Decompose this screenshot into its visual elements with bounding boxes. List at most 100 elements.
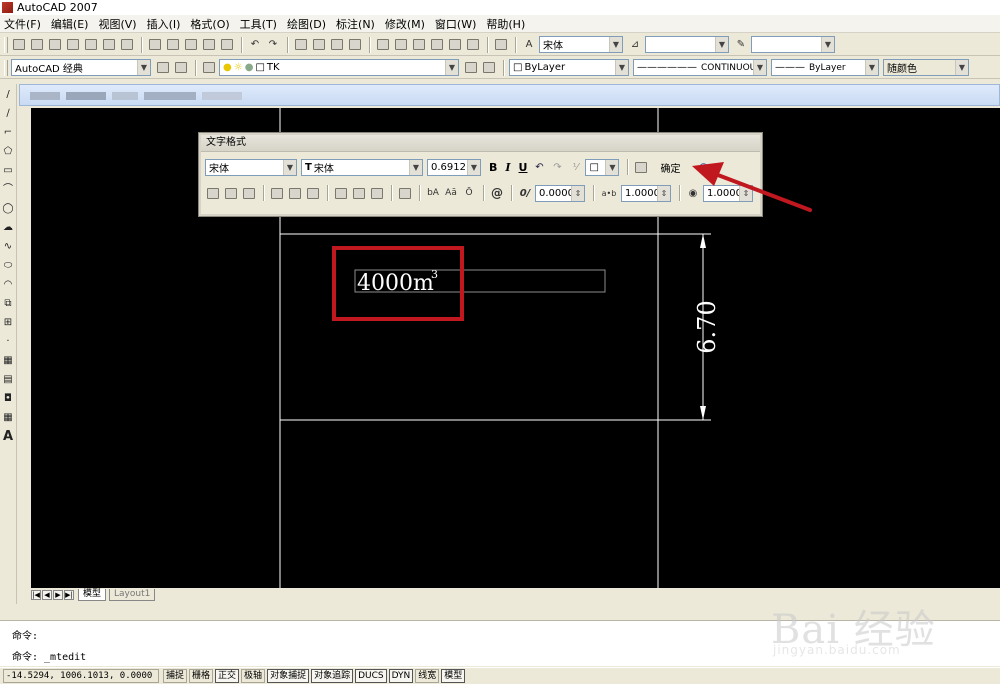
workspace-combo[interactable]: AutoCAD 经典 ▼ <box>11 59 151 76</box>
dyn-toggle[interactable]: DYN <box>388 669 414 683</box>
hatch-icon[interactable]: ▦ <box>2 354 15 367</box>
tab-layout1[interactable]: Layout1 <box>109 589 156 601</box>
plotstyle-combo[interactable]: 随颜色 ▼ <box>883 59 969 76</box>
pan-icon[interactable] <box>293 37 309 53</box>
save-icon[interactable] <box>47 37 63 53</box>
new-icon[interactable] <box>11 37 27 53</box>
markup-icon[interactable] <box>447 37 463 53</box>
otrack-toggle[interactable]: 对象追踪 <box>311 669 354 683</box>
table-style-icon[interactable]: ✎ <box>733 37 749 53</box>
menu-insert[interactable]: 插入(I) <box>147 16 181 32</box>
ellipse-icon[interactable]: ⬭ <box>2 259 15 272</box>
redo-icon[interactable]: ↷ <box>549 159 565 175</box>
osnap-toggle[interactable]: 对象捕捉 <box>267 669 310 683</box>
tool-palettes-icon[interactable] <box>411 37 427 53</box>
design-center-icon[interactable] <box>393 37 409 53</box>
point-icon[interactable]: · <box>2 335 15 348</box>
top-align-icon[interactable] <box>269 185 285 201</box>
menu-window[interactable]: 窗口(W) <box>435 16 476 32</box>
workspace-settings-icon[interactable] <box>155 60 171 76</box>
calculator-icon[interactable] <box>465 37 481 53</box>
match-properties-icon[interactable] <box>201 37 217 53</box>
layer-combo[interactable]: ● ☼ ● □ TK ▼ <box>219 59 459 76</box>
gradient-icon[interactable]: ▤ <box>2 373 15 386</box>
workspace-save-icon[interactable] <box>173 60 189 76</box>
ducs-toggle[interactable]: DUCS <box>355 669 387 683</box>
insert-field-icon[interactable] <box>397 185 413 201</box>
uppercase-text-icon[interactable]: bA <box>425 185 441 201</box>
help-icon[interactable] <box>493 37 509 53</box>
bullets-icon[interactable] <box>351 185 367 201</box>
circle-icon[interactable]: ◯ <box>2 202 15 215</box>
menu-view[interactable]: 视图(V) <box>98 16 136 32</box>
3d-dwf-icon[interactable] <box>119 37 135 53</box>
line-icon[interactable]: / <box>2 88 15 101</box>
menu-tools[interactable]: 工具(T) <box>240 16 277 32</box>
bold-button[interactable]: B <box>489 161 497 174</box>
model-toggle[interactable]: 模型 <box>441 669 466 683</box>
region-icon[interactable]: ◘ <box>2 392 15 405</box>
coordinate-readout[interactable]: -14.5294, 1006.1013, 0.0000 <box>3 669 159 683</box>
right-align-icon[interactable] <box>241 185 257 201</box>
next-tab-icon[interactable]: ▶ <box>53 590 63 600</box>
ortho-toggle[interactable]: 正交 <box>215 669 240 683</box>
polyline-icon[interactable]: ⌐ <box>2 126 15 139</box>
print-icon[interactable] <box>65 37 81 53</box>
text-height-select[interactable]: 0.6912 ▼ <box>427 158 481 176</box>
open-icon[interactable] <box>29 37 45 53</box>
menu-edit[interactable]: 编辑(E) <box>51 16 89 32</box>
oblique-angle-input[interactable]: 0.0000 ⇕ <box>535 184 585 202</box>
prev-tab-icon[interactable]: ◀ <box>42 590 52 600</box>
layer-previous-icon[interactable] <box>481 60 497 76</box>
zoom-previous-icon[interactable] <box>347 37 363 53</box>
spline-icon[interactable]: ∿ <box>2 240 15 253</box>
undo-icon[interactable]: ↶ <box>247 37 263 53</box>
dim-style-combo[interactable]: ▼ <box>645 36 729 53</box>
table-style-combo[interactable]: ▼ <box>751 36 835 53</box>
lineweight-toggle[interactable]: 线宽 <box>415 669 440 683</box>
make-block-icon[interactable]: ⊞ <box>2 316 15 329</box>
tab-model[interactable]: 模型 <box>78 589 107 601</box>
last-tab-icon[interactable]: ▶| <box>64 590 74 600</box>
linetype-combo[interactable]: —————— CONTINUOUS ▼ <box>633 59 767 76</box>
snap-toggle[interactable]: 捕捉 <box>163 669 188 683</box>
stack-icon[interactable]: ⅟ <box>567 159 583 175</box>
table-icon[interactable]: ▦ <box>2 411 15 424</box>
polygon-icon[interactable]: ⬠ <box>2 145 15 158</box>
redo-icon[interactable]: ↷ <box>265 37 281 53</box>
font-select[interactable]: T 宋体 ▼ <box>301 158 423 176</box>
text-style-select[interactable]: 宋体 ▼ <box>205 158 297 176</box>
arc-icon[interactable]: ⌒ <box>2 183 15 196</box>
rectangle-icon[interactable]: ▭ <box>2 164 15 177</box>
zoom-realtime-icon[interactable] <box>311 37 327 53</box>
cut-icon[interactable] <box>147 37 163 53</box>
toolbar-grip[interactable] <box>4 59 8 76</box>
layer-manager-icon[interactable] <box>201 60 217 76</box>
properties-icon[interactable] <box>375 37 391 53</box>
lowercase-text-icon[interactable]: Aā <box>443 185 459 201</box>
middle-align-icon[interactable] <box>287 185 303 201</box>
menu-file[interactable]: 文件(F) <box>4 16 41 32</box>
polar-toggle[interactable]: 极轴 <box>241 669 266 683</box>
underline-button[interactable]: U <box>519 161 528 174</box>
insert-block-icon[interactable]: ⧉ <box>2 297 15 310</box>
sheet-set-icon[interactable] <box>429 37 445 53</box>
command-window[interactable]: 命令: 命令: _mtedit <box>0 620 1000 666</box>
menu-dimension[interactable]: 标注(N) <box>336 16 375 32</box>
ellipse-arc-icon[interactable]: ◠ <box>2 278 15 291</box>
undo-icon[interactable]: ↶ <box>531 159 547 175</box>
tracking-icon[interactable]: a•b <box>599 185 619 201</box>
multiline-text-icon[interactable]: A <box>2 430 15 443</box>
paste-icon[interactable] <box>183 37 199 53</box>
uppercase-icon[interactable] <box>369 185 385 201</box>
center-align-icon[interactable] <box>223 185 239 201</box>
tracking-input[interactable]: 1.0000 ⇕ <box>621 184 671 202</box>
grid-toggle[interactable]: 栅格 <box>189 669 214 683</box>
bottom-align-icon[interactable] <box>305 185 321 201</box>
preview-icon[interactable] <box>83 37 99 53</box>
zoom-window-icon[interactable] <box>329 37 345 53</box>
text-formatting-title[interactable]: 文字格式 <box>201 135 760 152</box>
first-tab-icon[interactable]: |◀ <box>31 590 41 600</box>
block-editor-icon[interactable] <box>219 37 235 53</box>
menu-help[interactable]: 帮助(H) <box>486 16 525 32</box>
